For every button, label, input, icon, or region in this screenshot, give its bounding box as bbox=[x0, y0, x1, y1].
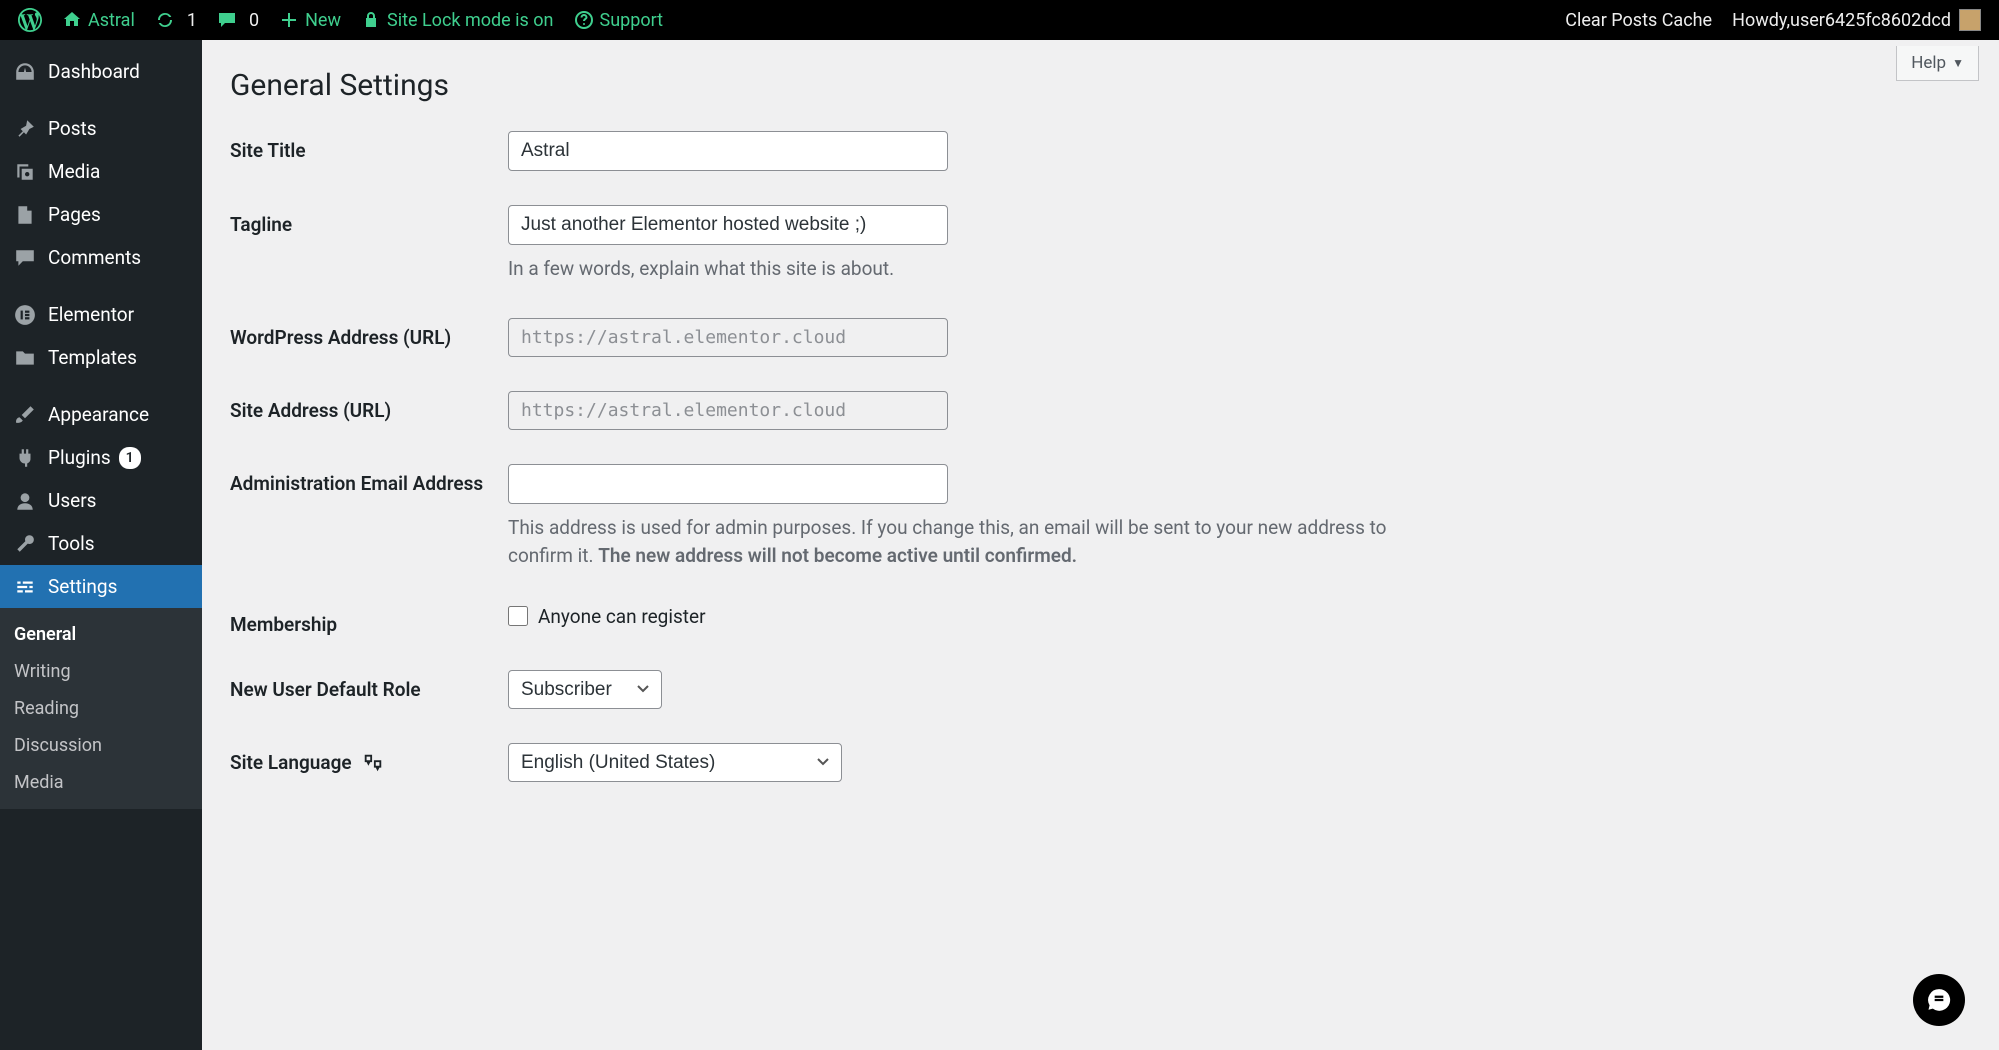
submenu-media[interactable]: Media bbox=[0, 764, 202, 801]
sliders-icon bbox=[14, 576, 36, 598]
adminbar-new-label: New bbox=[305, 10, 341, 31]
default-role-select[interactable]: Subscriber bbox=[508, 670, 662, 709]
sidebar-item-users[interactable]: Users bbox=[0, 479, 202, 522]
tagline-help: In a few words, explain what this site i… bbox=[508, 255, 1448, 284]
sidebar-item-pages[interactable]: Pages bbox=[0, 193, 202, 236]
plus-icon bbox=[279, 10, 299, 30]
submenu-discussion[interactable]: Discussion bbox=[0, 727, 202, 764]
label-default-role: New User Default Role bbox=[230, 670, 508, 701]
pin-icon bbox=[14, 118, 36, 140]
refresh-icon bbox=[155, 10, 175, 30]
help-tab[interactable]: Help ▼ bbox=[1896, 46, 1979, 81]
sidebar-item-templates[interactable]: Templates bbox=[0, 336, 202, 379]
comment-icon bbox=[14, 247, 36, 269]
adminbar-updates[interactable]: 1 bbox=[145, 0, 207, 40]
label-site-address: Site Address (URL) bbox=[230, 391, 508, 422]
comment-icon bbox=[217, 10, 237, 30]
sidebar-item-posts[interactable]: Posts bbox=[0, 107, 202, 150]
label-tagline: Tagline bbox=[230, 205, 508, 236]
sidebar-item-comments[interactable]: Comments bbox=[0, 236, 202, 279]
adminbar-updates-count: 1 bbox=[187, 10, 197, 31]
sidebar-item-media[interactable]: Media bbox=[0, 150, 202, 193]
label-admin-email: Administration Email Address bbox=[230, 464, 508, 495]
admin-email-help: This address is used for admin purposes.… bbox=[508, 514, 1448, 571]
adminbar-support-label: Support bbox=[600, 10, 664, 31]
lock-icon bbox=[361, 10, 381, 30]
sidebar-item-settings[interactable]: Settings bbox=[0, 565, 202, 608]
chevron-down-icon: ▼ bbox=[1952, 56, 1964, 70]
adminbar-site-name: Astral bbox=[88, 10, 135, 31]
plug-icon bbox=[14, 447, 36, 469]
membership-checkbox-label[interactable]: Anyone can register bbox=[538, 605, 706, 628]
sidebar-item-dashboard[interactable]: Dashboard bbox=[0, 50, 202, 93]
plugins-badge: 1 bbox=[119, 447, 141, 469]
admin-email-input[interactable] bbox=[508, 464, 948, 504]
submenu-general[interactable]: General bbox=[0, 616, 202, 653]
media-icon bbox=[14, 161, 36, 183]
adminbar-sitelock-label: Site Lock mode is on bbox=[387, 10, 553, 31]
label-wp-address: WordPress Address (URL) bbox=[230, 318, 508, 349]
dashboard-icon bbox=[14, 61, 36, 83]
label-site-title: Site Title bbox=[230, 131, 508, 162]
adminbar-new[interactable]: New bbox=[269, 0, 351, 40]
elementor-icon bbox=[14, 304, 36, 326]
user-icon bbox=[14, 490, 36, 512]
folder-icon bbox=[14, 347, 36, 369]
admin-bar: Astral 1 0 New Site Lock mode is on Supp… bbox=[0, 0, 1999, 40]
label-site-language: Site Language bbox=[230, 743, 508, 775]
content-area: Help ▼ General Settings Site Title Tagli… bbox=[202, 40, 1999, 1050]
sidebar-item-plugins[interactable]: Plugins 1 bbox=[0, 436, 202, 479]
site-language-select[interactable]: English (United States) bbox=[508, 743, 842, 782]
avatar bbox=[1959, 9, 1981, 31]
page-icon bbox=[14, 204, 36, 226]
adminbar-comments-count: 0 bbox=[249, 10, 259, 31]
chat-fab[interactable] bbox=[1913, 974, 1965, 1026]
submenu-writing[interactable]: Writing bbox=[0, 653, 202, 690]
tagline-input[interactable] bbox=[508, 205, 948, 245]
adminbar-account[interactable]: Howdy, user6425fc8602dcd bbox=[1722, 0, 1991, 40]
brush-icon bbox=[14, 404, 36, 426]
adminbar-support[interactable]: Support bbox=[564, 0, 674, 40]
adminbar-comments[interactable]: 0 bbox=[207, 0, 269, 40]
home-icon bbox=[62, 10, 82, 30]
label-membership: Membership bbox=[230, 605, 508, 636]
wrench-icon bbox=[14, 533, 36, 555]
page-title: General Settings bbox=[230, 68, 1971, 103]
admin-sidebar: Dashboard Posts Media Pages Comments Ele… bbox=[0, 40, 202, 1050]
wp-address-input bbox=[508, 318, 948, 357]
translate-icon bbox=[362, 752, 384, 774]
help-icon bbox=[574, 10, 594, 30]
membership-checkbox[interactable] bbox=[508, 606, 528, 626]
sidebar-item-elementor[interactable]: Elementor bbox=[0, 293, 202, 336]
adminbar-clear-cache[interactable]: Clear Posts Cache bbox=[1555, 0, 1722, 40]
adminbar-site-link[interactable]: Astral bbox=[52, 0, 145, 40]
settings-submenu: General Writing Reading Discussion Media bbox=[0, 608, 202, 809]
submenu-reading[interactable]: Reading bbox=[0, 690, 202, 727]
sidebar-item-tools[interactable]: Tools bbox=[0, 522, 202, 565]
site-address-input bbox=[508, 391, 948, 430]
sidebar-item-appearance[interactable]: Appearance bbox=[0, 393, 202, 436]
chat-icon bbox=[1926, 987, 1952, 1013]
site-title-input[interactable] bbox=[508, 131, 948, 171]
wordpress-logo[interactable] bbox=[8, 0, 52, 40]
adminbar-sitelock[interactable]: Site Lock mode is on bbox=[351, 0, 563, 40]
